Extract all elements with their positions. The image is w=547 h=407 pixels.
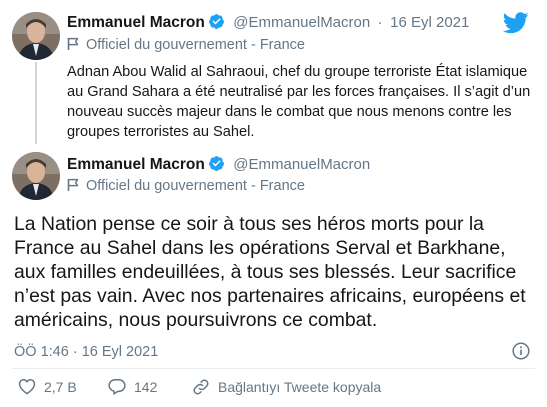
- heart-icon: [18, 378, 36, 395]
- quoted-tweet-text: Adnan Abou Walid al Sahraoui, chef du gr…: [67, 64, 531, 140]
- flag-icon: [67, 178, 80, 192]
- copy-link-button[interactable]: Bağlantıyı Tweete kopyala: [192, 378, 381, 396]
- divider: [12, 368, 535, 369]
- twitter-bird-icon[interactable]: [502, 12, 529, 39]
- flag-icon: [67, 37, 80, 51]
- tweet-date[interactable]: 16 Eyl 2021: [390, 14, 469, 31]
- copy-link-label: Bağlantıyı Tweete kopyala: [218, 379, 382, 395]
- author-handle[interactable]: @EmmanuelMacron: [233, 156, 370, 173]
- official-label: Officiel du gouvernement - France: [67, 178, 305, 194]
- reply-icon: [108, 379, 126, 395]
- official-label: Officiel du gouvernement - France: [67, 37, 305, 53]
- separator-dot: ·: [377, 14, 383, 31]
- link-icon: [193, 379, 209, 395]
- reply-button[interactable]: 142: [108, 378, 157, 395]
- like-button[interactable]: 2,7 B: [18, 378, 77, 395]
- like-count: 2,7 B: [44, 378, 77, 395]
- official-label-text: Officiel du gouvernement - France: [86, 178, 305, 194]
- author-name[interactable]: Emmanuel Macron: [67, 156, 205, 173]
- reply-count: 142: [134, 378, 158, 395]
- main-tweet-header: Emmanuel Macron @EmmanuelMacron: [67, 155, 370, 174]
- avatar[interactable]: [12, 152, 60, 200]
- author-name[interactable]: Emmanuel Macron: [67, 14, 205, 31]
- main-tweet-text: La Nation pense ce soir à tous ses héros…: [14, 213, 526, 331]
- avatar[interactable]: [12, 12, 60, 60]
- thread-line: [35, 62, 37, 144]
- author-handle[interactable]: @EmmanuelMacron: [233, 14, 370, 31]
- verified-badge-icon: [208, 155, 225, 172]
- official-label-text: Officiel du gouvernement - France: [86, 37, 305, 53]
- verified-badge-icon: [208, 13, 225, 30]
- quoted-tweet-header: Emmanuel Macron @EmmanuelMacron · 16 Eyl…: [67, 13, 469, 32]
- info-icon[interactable]: [512, 342, 530, 365]
- tweet-timestamp[interactable]: ÖÖ 1:46 · 16 Eyl 2021: [14, 344, 158, 360]
